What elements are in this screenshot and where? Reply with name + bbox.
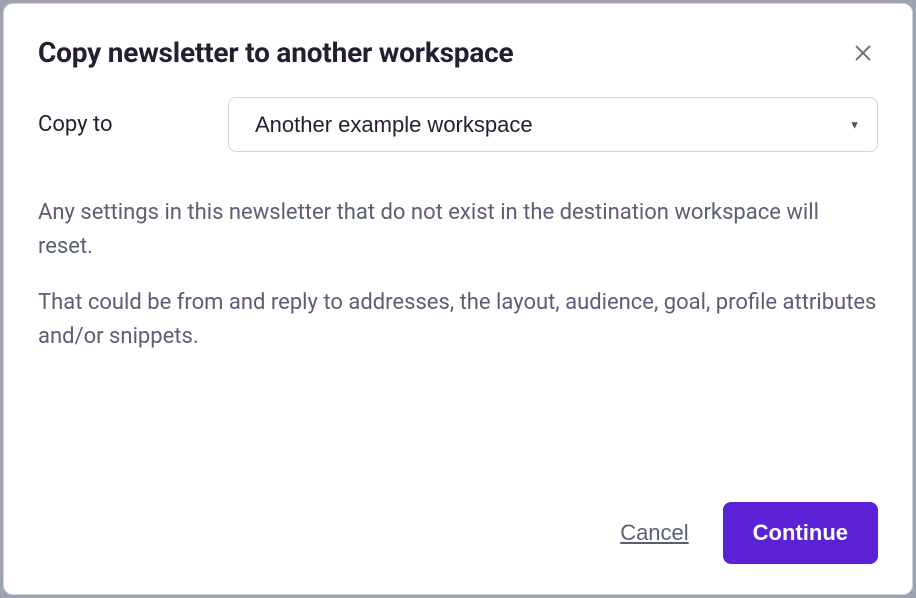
workspace-select[interactable]: Another example workspace (228, 97, 878, 152)
close-button[interactable] (848, 38, 878, 68)
warning-paragraph-1: Any settings in this newsletter that do … (38, 196, 878, 264)
dialog-title: Copy newsletter to another workspace (38, 36, 513, 69)
copy-to-row: Copy to Another example workspace ▼ (38, 97, 878, 152)
dialog-footer: Cancel Continue (38, 502, 878, 564)
continue-button[interactable]: Continue (723, 502, 878, 564)
copy-newsletter-dialog: Copy newsletter to another workspace Cop… (3, 3, 913, 595)
cancel-button[interactable]: Cancel (620, 512, 688, 554)
workspace-select-wrap: Another example workspace ▼ (228, 97, 878, 152)
close-icon (852, 42, 874, 64)
dialog-header: Copy newsletter to another workspace (38, 36, 878, 69)
copy-to-label: Copy to (38, 112, 228, 137)
warning-paragraph-2: That could be from and reply to addresse… (38, 286, 878, 354)
